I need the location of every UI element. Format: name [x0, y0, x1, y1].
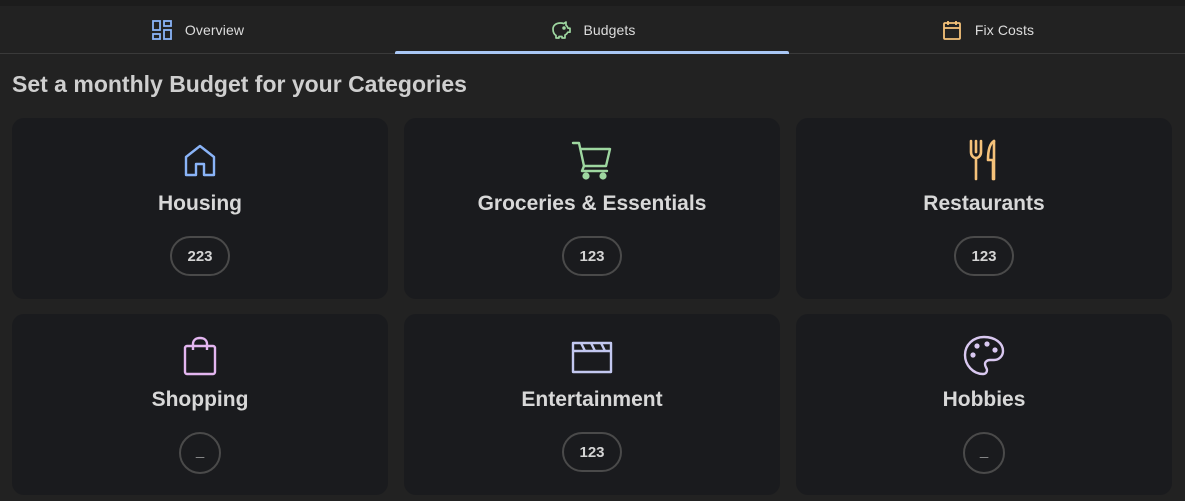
budget-value[interactable]: 123: [562, 236, 622, 276]
category-card-housing[interactable]: Housing 223: [12, 118, 388, 299]
budget-value[interactable]: 223: [170, 236, 230, 276]
page-title: Set a monthly Budget for your Categories: [12, 71, 467, 97]
category-name: Groceries & Essentials: [477, 192, 707, 215]
category-card-groceries[interactable]: Groceries & Essentials 123: [404, 118, 780, 299]
category-name: Restaurants: [923, 192, 1045, 215]
category-card-entertainment[interactable]: Entertainment 123: [404, 314, 780, 495]
tab-budgets-label: Budgets: [583, 21, 636, 38]
budget-value[interactable]: 123: [954, 236, 1014, 276]
fork-knife-icon: [962, 138, 1006, 182]
category-card-hobbies[interactable]: Hobbies _: [796, 314, 1172, 495]
palette-icon: [962, 334, 1006, 378]
tab-fix-costs-label: Fix Costs: [974, 21, 1035, 38]
category-name: Housing: [158, 192, 242, 215]
budget-value[interactable]: 123: [562, 432, 622, 472]
budget-value[interactable]: _: [179, 432, 221, 474]
dashboard-icon: [151, 19, 173, 41]
category-name: Entertainment: [521, 388, 663, 411]
tab-budgets[interactable]: Budgets: [395, 6, 790, 54]
house-icon: [178, 138, 222, 182]
clapperboard-icon: [570, 334, 614, 378]
tab-overview-label: Overview: [184, 21, 245, 38]
shopping-cart-icon: [570, 138, 614, 182]
shopping-bag-icon: [178, 334, 222, 378]
budget-value[interactable]: _: [963, 432, 1005, 474]
category-name: Shopping: [151, 388, 249, 411]
category-card-restaurants[interactable]: Restaurants 123: [796, 118, 1172, 299]
category-grid: Housing 223 Groceries & Essentials 123 R…: [12, 118, 1172, 495]
tab-overview[interactable]: Overview: [0, 6, 395, 53]
calendar-icon: [941, 19, 963, 41]
piggy-bank-icon: [549, 19, 572, 41]
category-name: Hobbies: [942, 388, 1026, 411]
tab-fix-costs[interactable]: Fix Costs: [790, 6, 1185, 53]
tab-bar: Overview Budgets Fix Costs: [0, 6, 1185, 54]
category-card-shopping[interactable]: Shopping _: [12, 314, 388, 495]
